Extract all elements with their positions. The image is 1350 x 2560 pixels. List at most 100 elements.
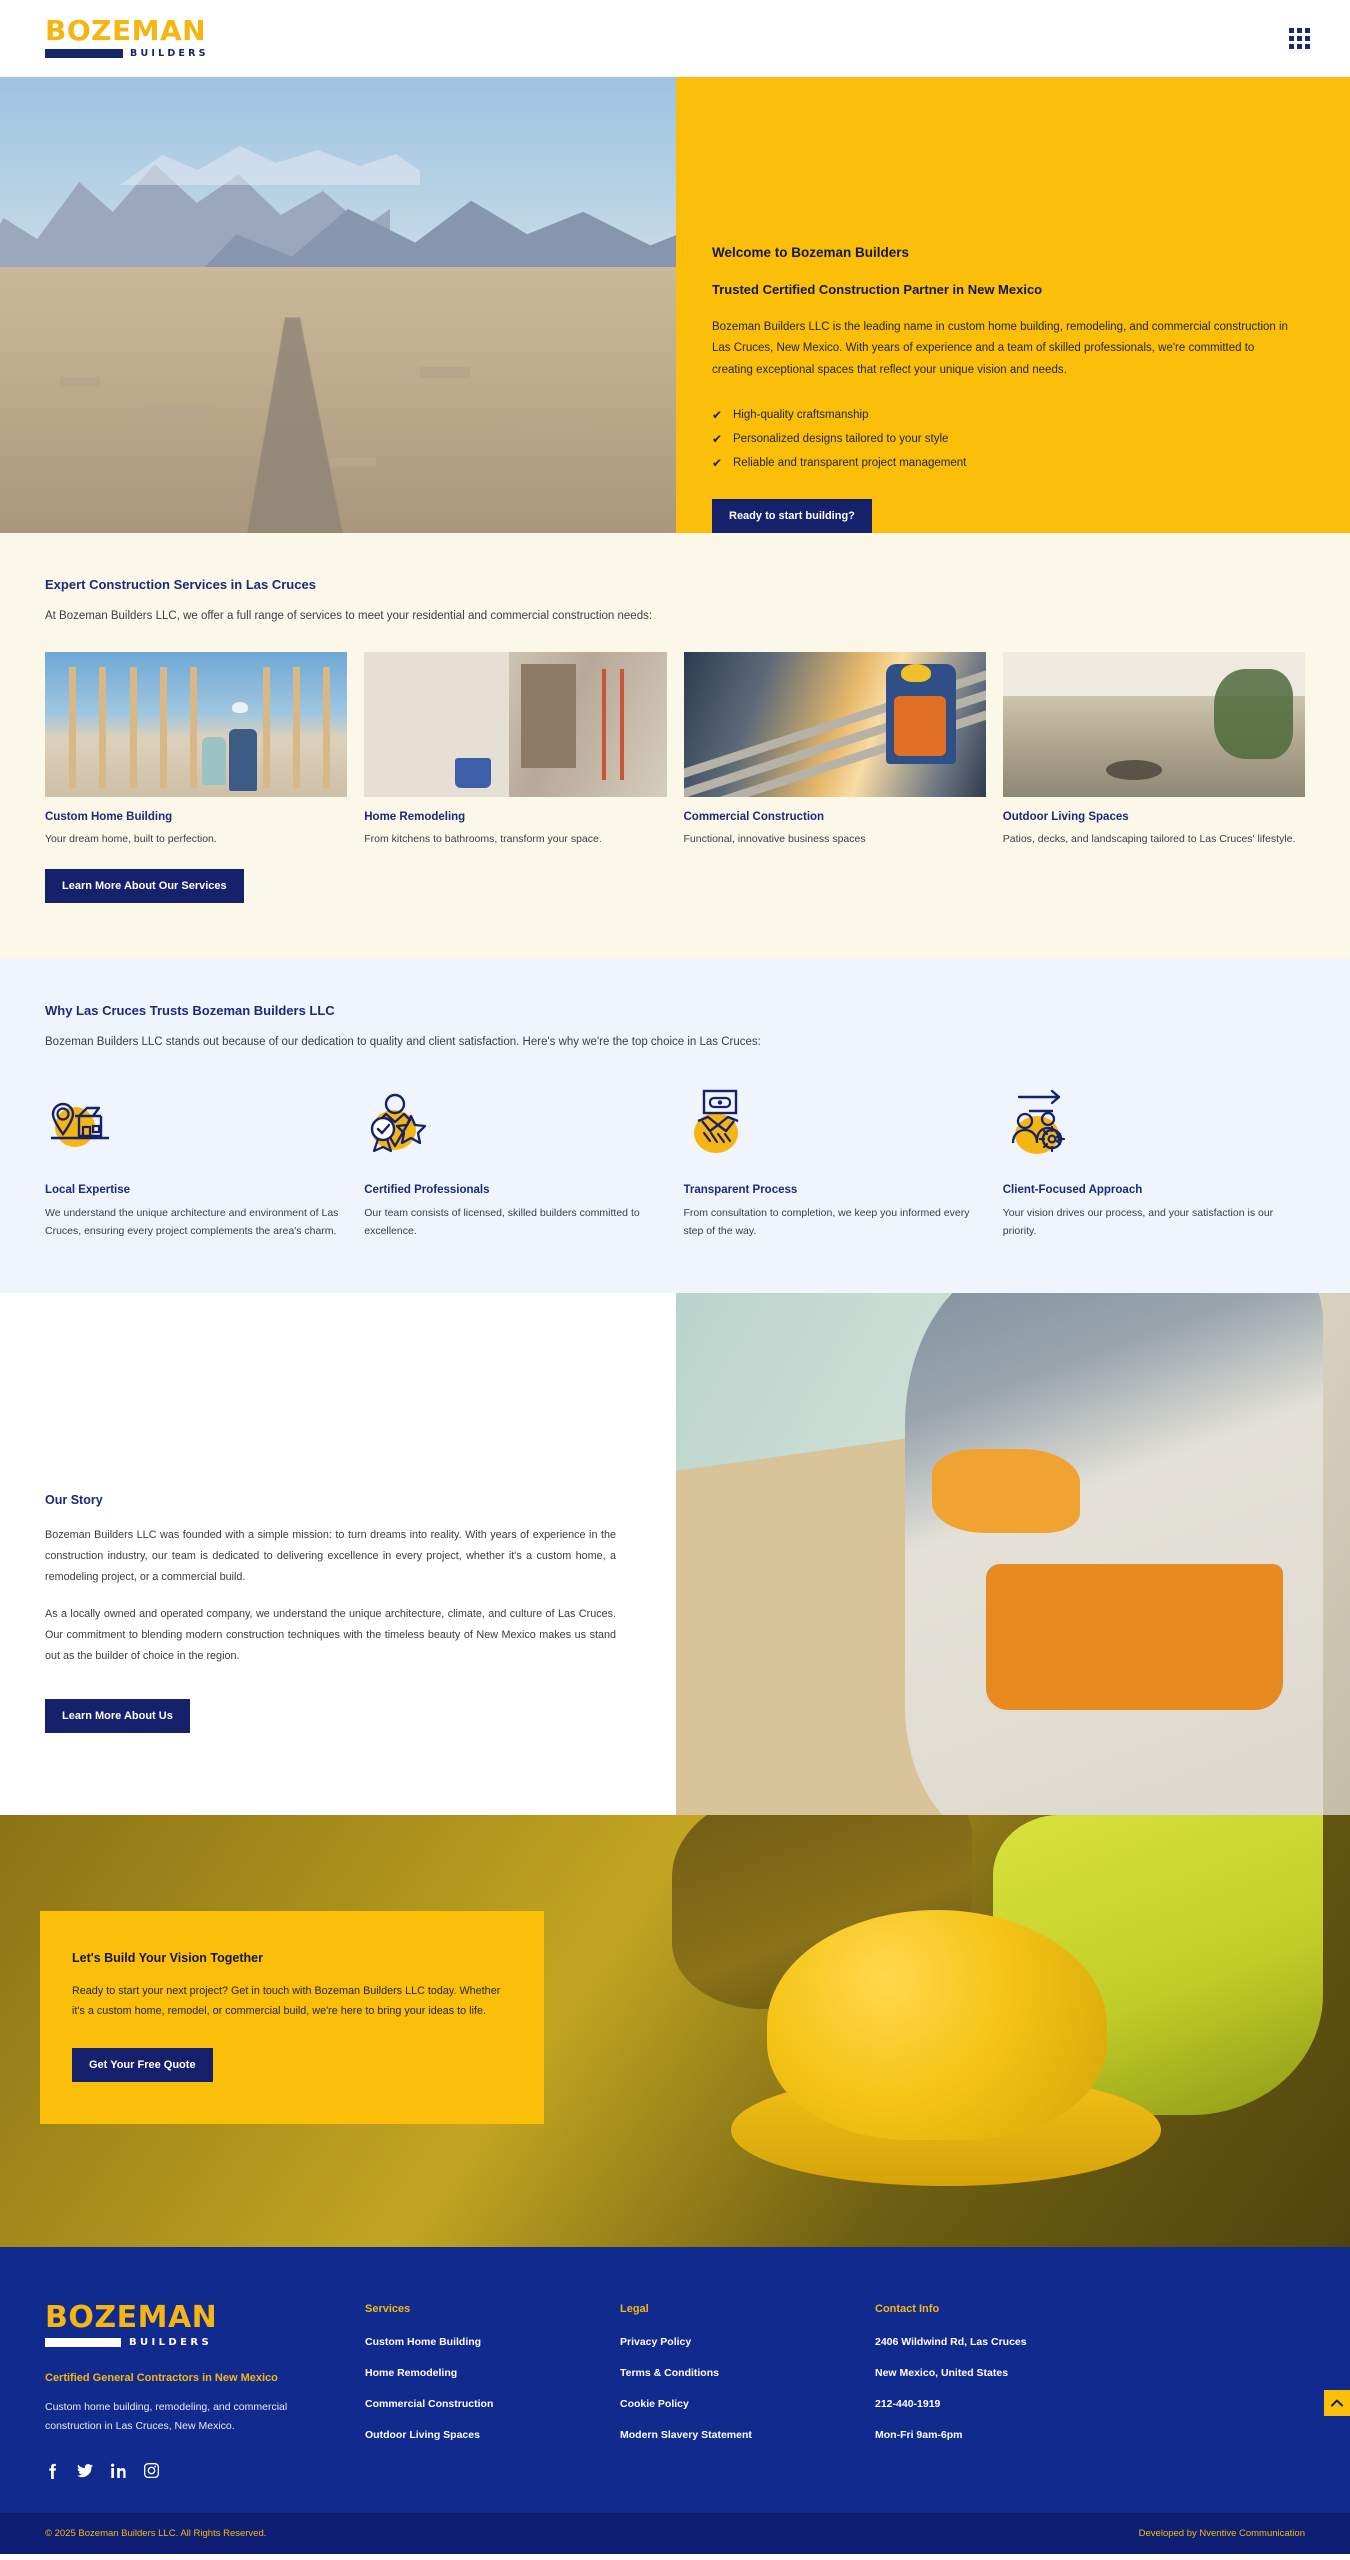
cta-section: Let's Build Your Vision Together Ready t… bbox=[0, 1814, 1350, 2247]
photo-person bbox=[202, 737, 227, 786]
twitter-icon[interactable] bbox=[77, 2463, 93, 2479]
people-gear-arrow-icon bbox=[1003, 1078, 1305, 1170]
footer-link-modern-slavery-statement[interactable]: Modern Slavery Statement bbox=[620, 2429, 875, 2441]
footer-column-contact: Contact Info 2406 Wildwind Rd, Las Cruce… bbox=[875, 2303, 1305, 2479]
grid-dot bbox=[1289, 35, 1294, 41]
check-icon: ✔ bbox=[712, 431, 723, 446]
services-grid: Custom Home Building Your dream home, bu… bbox=[45, 652, 1305, 845]
hero-content: Welcome to Bozeman Builders Trusted Cert… bbox=[676, 77, 1350, 533]
photo-hardhat bbox=[232, 701, 249, 713]
footer-logo-wordmark: BOZEMAN bbox=[45, 2299, 218, 2335]
footer-link-terms-conditions[interactable]: Terms & Conditions bbox=[620, 2367, 875, 2379]
service-title: Custom Home Building bbox=[45, 811, 173, 823]
service-card[interactable]: Outdoor Living Spaces Patios, decks, and… bbox=[1002, 652, 1305, 845]
service-image-outdoor bbox=[1002, 652, 1305, 797]
check-icon: ✔ bbox=[712, 407, 723, 422]
hero-cityscape bbox=[0, 267, 676, 533]
hero-bullet-label: Personalized designs tailored to your st… bbox=[733, 433, 949, 446]
service-desc: Your dream home, built to perfection. bbox=[45, 833, 217, 845]
grid-dot bbox=[1297, 35, 1302, 41]
grid-dot bbox=[1305, 27, 1310, 33]
story-cta-button[interactable]: Learn More About Us bbox=[45, 1698, 190, 1733]
scroll-to-top-button[interactable] bbox=[1324, 2390, 1350, 2416]
hero-subheading: Trusted Certified Construction Partner i… bbox=[712, 282, 1043, 297]
photo-hardhat bbox=[901, 663, 932, 682]
services-lead: At Bozeman Builders LLC, we offer a full… bbox=[45, 610, 653, 622]
instagram-icon[interactable] bbox=[144, 2462, 159, 2478]
service-desc: Patios, decks, and landscaping tailored … bbox=[1002, 833, 1296, 845]
footer-column-services: Services Custom Home Building Home Remod… bbox=[365, 2303, 620, 2479]
footer-column-legal: Legal Privacy Policy Terms & Conditions … bbox=[620, 2303, 875, 2479]
service-image-custom-home bbox=[45, 652, 348, 797]
why-item: Certified Professionals Our team consist… bbox=[364, 1078, 666, 1241]
photo-ladder bbox=[602, 669, 625, 780]
service-card[interactable]: Custom Home Building Your dream home, bu… bbox=[45, 652, 348, 845]
site-footer: BOZEMAN BUILDERS Certified General Contr… bbox=[0, 2246, 1350, 2513]
footer-social-links bbox=[45, 2462, 365, 2479]
photo-bucket bbox=[454, 758, 491, 789]
services-cta-button[interactable]: Learn More About Our Services bbox=[45, 869, 244, 903]
hero-building bbox=[60, 377, 100, 387]
why-item: Transparent Process From consultation to… bbox=[684, 1078, 986, 1241]
hero-cta-button[interactable]: Ready to start building? bbox=[712, 498, 872, 533]
photo-doorway bbox=[521, 663, 576, 768]
cta-paragraph: Ready to start your next project? Get in… bbox=[72, 1984, 501, 2018]
photo-safety-vest bbox=[894, 695, 947, 756]
hero-building bbox=[150, 407, 210, 419]
hero-building bbox=[520, 417, 590, 429]
service-desc: Functional, innovative business spaces bbox=[683, 833, 866, 845]
service-title: Home Remodeling bbox=[364, 811, 466, 823]
cta-card: Let's Build Your Vision Together Ready t… bbox=[40, 1910, 544, 2124]
header-logo[interactable]: BOZEMAN BUILDERS bbox=[45, 17, 209, 59]
cta-quote-button[interactable]: Get Your Free Quote bbox=[72, 2047, 213, 2082]
service-title: Commercial Construction bbox=[683, 811, 825, 823]
footer-link-outdoor-living-spaces[interactable]: Outdoor Living Spaces bbox=[365, 2429, 620, 2441]
footer-logo-row: BUILDERS bbox=[45, 2337, 365, 2348]
logo-wordmark: BOZEMAN bbox=[45, 14, 207, 47]
service-card[interactable]: Commercial Construction Functional, inno… bbox=[683, 652, 986, 845]
hero-section: Welcome to Bozeman Builders Trusted Cert… bbox=[0, 77, 1350, 533]
footer-heading-services: Services bbox=[365, 2302, 411, 2315]
copyright-text: © 2025 Bozeman Builders LLC. All Rights … bbox=[45, 2527, 267, 2539]
why-grid: Local Expertise We understand the unique… bbox=[45, 1078, 1305, 1241]
award-badge-star-icon bbox=[364, 1078, 666, 1170]
hero-bullet-label: Reliable and transparent project managem… bbox=[733, 457, 967, 470]
chevron-up-icon bbox=[1331, 2399, 1343, 2407]
linkedin-icon[interactable] bbox=[111, 2463, 126, 2478]
service-card[interactable]: Home Remodeling From kitchens to bathroo… bbox=[364, 652, 667, 845]
footer-link-cookie-policy[interactable]: Cookie Policy bbox=[620, 2398, 875, 2410]
photo-greenery bbox=[1214, 669, 1293, 760]
hero-bullet-list: ✔ High-quality craftsmanship ✔ Personalize… bbox=[712, 407, 1288, 470]
services-section: Expert Construction Services in Las Cruc… bbox=[0, 533, 1350, 959]
footer-brand: BOZEMAN BUILDERS Certified General Contr… bbox=[45, 2299, 365, 2479]
footer-link-custom-home-building[interactable]: Custom Home Building bbox=[365, 2336, 620, 2348]
story-paragraph-1: Bozeman Builders LLC was founded with a … bbox=[45, 1528, 616, 1583]
photo-glove bbox=[932, 1449, 1081, 1533]
footer-contact-phone[interactable]: 212-440-1919 bbox=[875, 2398, 1305, 2410]
footer-link-home-remodeling[interactable]: Home Remodeling bbox=[365, 2367, 620, 2379]
why-item: Client-Focused Approach Your vision driv… bbox=[1003, 1078, 1305, 1241]
footer-heading-contact: Contact Info bbox=[875, 2302, 940, 2315]
story-paragraph-2: As a locally owned and operated company,… bbox=[45, 1607, 616, 1662]
hero-bullet: ✔ Personalized designs tailored to your s… bbox=[712, 431, 1288, 446]
grid-menu-icon[interactable] bbox=[1289, 27, 1310, 49]
services-title: Expert Construction Services in Las Cruc… bbox=[45, 577, 316, 592]
grid-dot bbox=[1289, 43, 1294, 49]
cta-title: Let's Build Your Vision Together bbox=[72, 1950, 263, 1965]
why-item-desc: Your vision drives our process, and your… bbox=[1002, 1207, 1274, 1237]
developer-credit[interactable]: Developed by Nventive Communication bbox=[1139, 2528, 1305, 2539]
footer-contact-region: New Mexico, United States bbox=[875, 2366, 1009, 2379]
story-content: Our Story Bozeman Builders LLC was found… bbox=[0, 1293, 676, 1815]
grid-dot bbox=[1289, 27, 1294, 33]
logo-sub-row: BUILDERS bbox=[45, 48, 209, 59]
service-desc: From kitchens to bathrooms, transform yo… bbox=[364, 833, 602, 845]
facebook-icon[interactable] bbox=[45, 2463, 59, 2479]
photo-firepit bbox=[1105, 759, 1162, 780]
footer-link-commercial-construction[interactable]: Commercial Construction bbox=[365, 2398, 620, 2410]
why-item: Local Expertise We understand the unique… bbox=[45, 1078, 347, 1241]
hero-bullet: ✔ Reliable and transparent project manage… bbox=[712, 456, 1288, 470]
location-pin-house-icon bbox=[45, 1078, 347, 1170]
footer-link-privacy-policy[interactable]: Privacy Policy bbox=[620, 2336, 875, 2348]
why-title: Why Las Cruces Trusts Bozeman Builders L… bbox=[45, 1003, 335, 1018]
grid-dot bbox=[1297, 43, 1302, 49]
